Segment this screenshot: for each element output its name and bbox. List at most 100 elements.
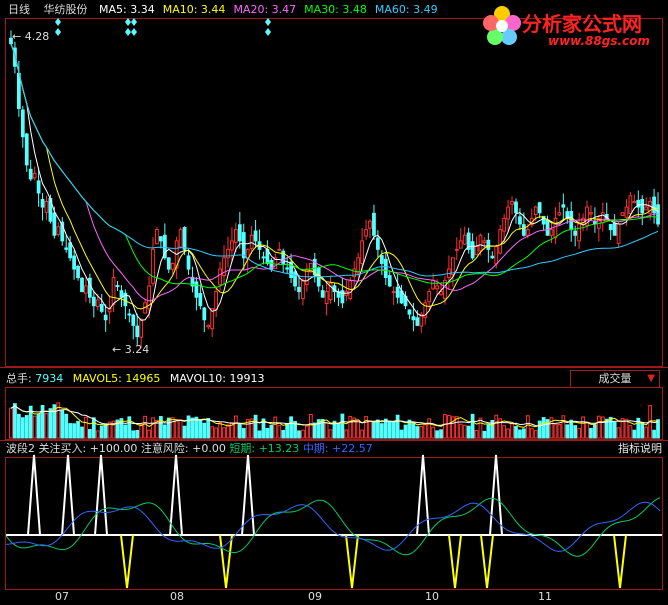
volume-bar bbox=[368, 420, 372, 439]
volume-bar bbox=[265, 427, 270, 439]
indicator-name: 波段2 bbox=[6, 442, 35, 455]
candle-body bbox=[159, 236, 163, 242]
volume-bar bbox=[585, 421, 589, 439]
volume-bar bbox=[518, 429, 522, 439]
candle-body bbox=[32, 172, 37, 179]
volume-bar bbox=[474, 429, 479, 439]
month-label: 09 bbox=[308, 590, 322, 603]
volume-bar bbox=[502, 425, 507, 439]
volume-bar bbox=[447, 415, 451, 439]
chart-canvas bbox=[0, 18, 668, 590]
volume-bar bbox=[561, 415, 566, 439]
volume-bar bbox=[616, 427, 621, 439]
volume-bar bbox=[383, 418, 388, 439]
candle-body bbox=[458, 240, 463, 249]
candle-body bbox=[600, 212, 605, 224]
candle-body bbox=[127, 313, 132, 316]
volume-bar bbox=[336, 423, 341, 439]
volume-bar bbox=[24, 415, 29, 439]
high-value: 4.28 bbox=[24, 30, 50, 43]
candle-body bbox=[608, 224, 613, 231]
volume-bar bbox=[198, 419, 203, 439]
volume-bar bbox=[443, 414, 447, 439]
volume-bar bbox=[427, 418, 432, 439]
candle-body bbox=[202, 307, 207, 321]
candle-body bbox=[557, 212, 562, 216]
buy-signal-spike bbox=[27, 454, 41, 536]
volume-bar bbox=[395, 414, 400, 439]
candle-body bbox=[450, 257, 455, 276]
volume-bar bbox=[190, 417, 195, 439]
volume-bar bbox=[135, 430, 140, 439]
volume-bar bbox=[379, 423, 384, 439]
volume-bar bbox=[202, 422, 207, 439]
indicator-lines bbox=[5, 454, 662, 589]
candle-body bbox=[198, 293, 203, 307]
volume-bar bbox=[20, 417, 25, 439]
volume-bar bbox=[632, 429, 637, 439]
candle-body bbox=[297, 286, 301, 293]
ma-legend-item: MA20: 3.47 bbox=[233, 3, 297, 16]
risk-label: 注意风险: bbox=[140, 442, 189, 455]
short-value: +13.23 bbox=[258, 442, 300, 455]
short-label: 短期: bbox=[229, 442, 256, 455]
candle-body bbox=[293, 271, 297, 287]
volume-bar bbox=[435, 430, 439, 439]
ma-legend-item: MA5: 3.34 bbox=[99, 3, 155, 16]
candle-body bbox=[577, 223, 581, 242]
candle-body bbox=[498, 229, 503, 254]
candle-body bbox=[95, 299, 100, 307]
candle-body bbox=[324, 291, 329, 305]
risk-signal-spike bbox=[219, 534, 233, 589]
indicator-selector-dropdown[interactable]: 成交量 ▼ bbox=[570, 370, 660, 388]
volume-bar bbox=[273, 416, 278, 439]
volume-bar bbox=[364, 416, 368, 439]
volume-bar bbox=[348, 416, 353, 439]
volume-bar bbox=[241, 427, 246, 439]
candle-body bbox=[652, 196, 656, 214]
risk-signal-spike bbox=[448, 534, 462, 589]
volume-bar bbox=[553, 424, 558, 439]
volume-bar bbox=[624, 418, 629, 439]
logo-title: 分析家公式网 bbox=[522, 12, 642, 36]
indicator-help-link[interactable]: 指标说明 bbox=[618, 440, 662, 456]
volume-bar bbox=[305, 425, 309, 439]
volume-bar bbox=[541, 417, 546, 439]
period-label[interactable]: 日线 bbox=[8, 3, 30, 16]
candle-body bbox=[561, 204, 566, 208]
volume-bar bbox=[462, 424, 467, 439]
candle-body bbox=[494, 246, 499, 265]
volume-bar bbox=[16, 413, 21, 439]
volume-bar bbox=[640, 422, 645, 439]
buy-value: +100.00 bbox=[89, 442, 138, 455]
volume-bar bbox=[510, 422, 514, 439]
candle-body bbox=[356, 257, 361, 274]
volume-bar bbox=[281, 429, 286, 439]
candle-body bbox=[364, 229, 368, 237]
candle-body bbox=[462, 234, 467, 245]
candle-body bbox=[632, 200, 637, 204]
ma-legend-item: MA60: 3.49 bbox=[374, 3, 438, 16]
candle-body bbox=[628, 195, 633, 215]
candlestick-series bbox=[9, 30, 660, 349]
risk-signal-spike bbox=[480, 534, 494, 589]
volume-bar bbox=[186, 415, 191, 439]
candle-body bbox=[277, 248, 282, 251]
mid-label: 中期: bbox=[302, 442, 329, 455]
price-panel-frame bbox=[5, 18, 663, 367]
mavol10-label: MAVOL10: bbox=[169, 372, 226, 385]
logo-url: www.88gs.com bbox=[548, 34, 650, 48]
candle-body bbox=[72, 255, 76, 270]
volume-bar bbox=[344, 429, 349, 439]
volume-bar bbox=[581, 416, 585, 439]
ma-legend: MA5: 3.34 MA10: 3.44 MA20: 3.47 MA30: 3.48 M… bbox=[91, 3, 438, 16]
candle-body bbox=[64, 247, 69, 250]
candle-body bbox=[415, 317, 420, 326]
risk-signal-spike bbox=[120, 534, 134, 589]
low-annotation: ← 3.24 bbox=[112, 343, 150, 356]
volume-bar bbox=[76, 420, 80, 439]
volume-bar bbox=[143, 415, 147, 439]
candle-body bbox=[376, 237, 380, 250]
volume-bar bbox=[237, 423, 242, 439]
volume-bar bbox=[194, 416, 199, 439]
